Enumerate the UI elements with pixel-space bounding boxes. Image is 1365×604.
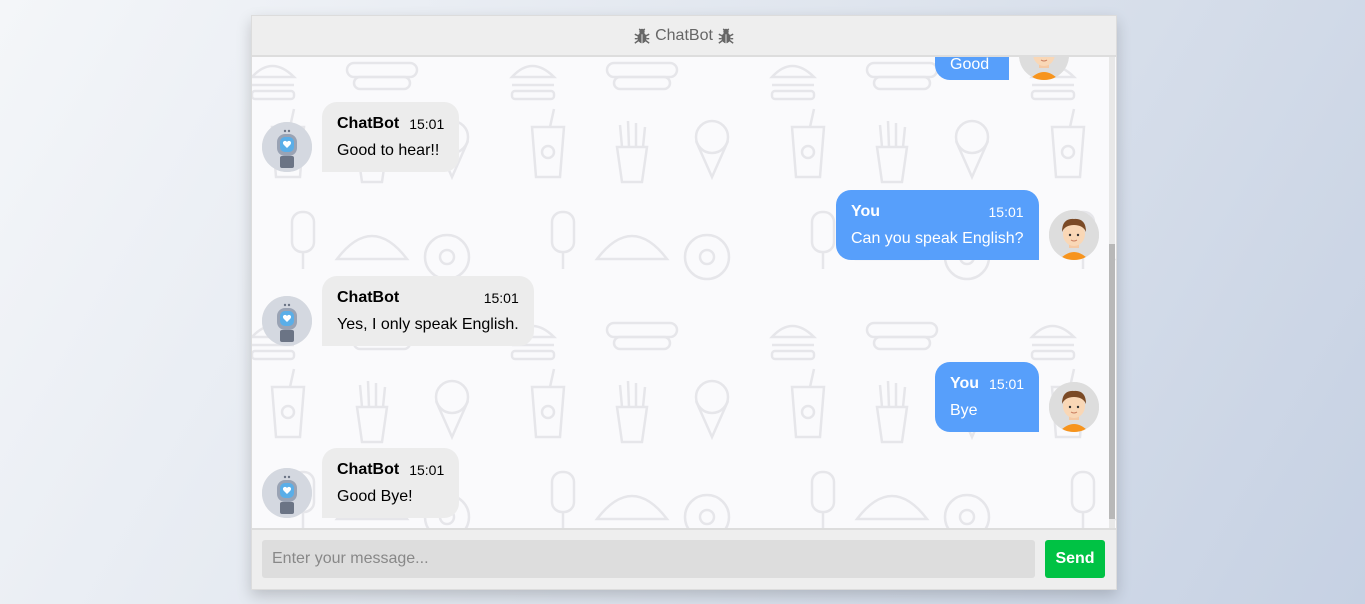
chat-header: ChatBot — [252, 16, 1116, 57]
message-user: Good — [935, 57, 1069, 80]
message-bubble: ChatBot 15:01 Good Bye! — [322, 448, 460, 518]
user-avatar — [1019, 57, 1069, 80]
sender-name: ChatBot — [337, 461, 400, 478]
message-bot: ChatBot 15:01 Good to hear!! — [262, 102, 460, 172]
bug-icon — [634, 27, 650, 44]
message-time: 15:01 — [409, 462, 445, 478]
message-text: Yes, I only speak English. — [337, 316, 519, 333]
message-user: You 15:01 Bye — [935, 362, 1100, 432]
bot-avatar — [262, 468, 312, 518]
message-bot: ChatBot 15:01 Yes, I only speak English. — [262, 276, 534, 346]
bug-icon — [718, 27, 734, 44]
bot-avatar — [262, 122, 312, 172]
message-text: Can you speak English? — [851, 230, 1024, 247]
sender-name: ChatBot — [337, 289, 400, 306]
message-bubble: Good — [935, 57, 1009, 80]
message-user: You 15:01 Can you speak English? — [836, 190, 1099, 260]
message-bubble: You 15:01 Bye — [935, 362, 1040, 432]
message-text: Good to hear!! — [337, 142, 440, 159]
chat-title: ChatBot — [655, 26, 713, 44]
send-button[interactable]: Send — [1045, 540, 1105, 578]
message-bubble: ChatBot 15:01 Yes, I only speak English. — [322, 276, 534, 346]
user-avatar — [1048, 210, 1099, 260]
user-avatar — [1049, 382, 1100, 432]
message-bot: ChatBot 15:01 Good Bye! — [262, 448, 460, 518]
message-input[interactable] — [262, 540, 1035, 578]
bot-avatar — [262, 296, 312, 346]
composer: Send — [252, 528, 1116, 589]
sender-name: ChatBot — [337, 115, 400, 132]
message-bubble: ChatBot 15:01 Good to hear!! — [322, 102, 460, 172]
message-time: 15:01 — [988, 204, 1024, 220]
scrollbar-thumb[interactable] — [1109, 244, 1115, 519]
sender-name: You — [950, 375, 980, 392]
message-time: 15:01 — [483, 290, 519, 306]
message-time: 15:01 — [989, 376, 1025, 392]
chat-window: ChatBot Good ChatBot 15:01 Good to hear!… — [251, 15, 1117, 590]
message-time: 15:01 — [409, 116, 445, 132]
message-text: Bye — [950, 402, 978, 419]
message-text: Good — [950, 57, 990, 73]
sender-name: You — [851, 203, 881, 220]
message-bubble: You 15:01 Can you speak English? — [836, 190, 1039, 260]
message-text: Good Bye! — [337, 488, 413, 505]
message-list[interactable]: Good ChatBot 15:01 Good to hear!! You 15… — [252, 57, 1116, 528]
